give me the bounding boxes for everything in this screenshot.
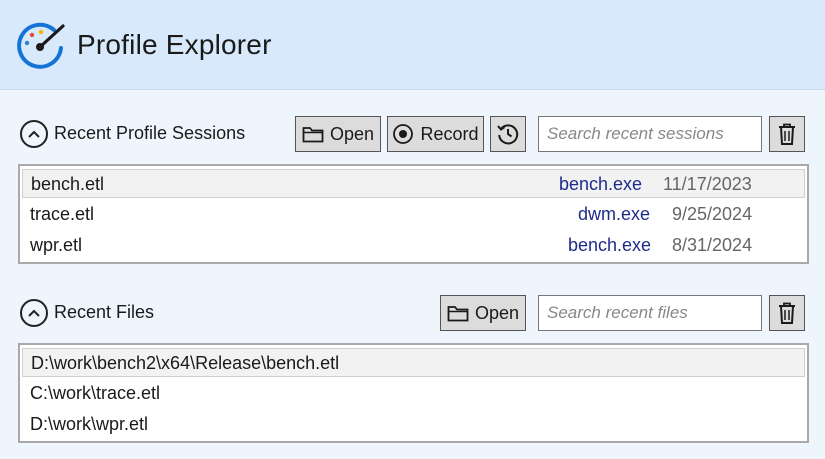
session-process: bench.exe — [559, 174, 643, 194]
session-process: dwm.exe — [578, 204, 651, 224]
files-section-label: Recent Files — [54, 302, 155, 322]
folder-icon — [447, 306, 469, 322]
session-process: bench.exe — [568, 235, 652, 255]
record-label: Record — [420, 123, 479, 144]
search-files-input[interactable]: Search recent files — [538, 295, 762, 331]
app-header: Profile Explorer — [0, 0, 825, 90]
history-icon — [497, 124, 519, 145]
clear-sessions-button[interactable] — [769, 116, 805, 152]
file-path: C:\work\trace.etl — [30, 383, 161, 403]
file-path: D:\work\wpr.etl — [30, 414, 149, 434]
chevron-up-icon — [28, 309, 40, 317]
chevron-up-icon — [28, 130, 40, 138]
session-row[interactable]: trace.etl dwm.exe 9/25/2024 — [22, 200, 805, 229]
files-list: D:\work\bench2\x64\Release\bench.etl C:\… — [18, 343, 809, 443]
open-file-button[interactable]: Open — [440, 295, 526, 331]
trash-icon — [779, 302, 795, 324]
folder-icon — [302, 127, 324, 143]
session-history-button[interactable] — [490, 116, 526, 152]
clear-files-button[interactable] — [769, 295, 805, 331]
session-date: 9/25/2024 — [672, 204, 753, 224]
session-date: 11/17/2023 — [663, 174, 752, 194]
open-session-button[interactable]: Open — [295, 116, 381, 152]
session-row[interactable]: wpr.etl bench.exe 8/31/2024 — [22, 231, 805, 260]
sessions-list: bench.etl bench.exe 11/17/2023 trace.etl… — [18, 164, 809, 264]
file-row[interactable]: D:\work\wpr.etl — [22, 410, 805, 439]
open-file-label: Open — [474, 302, 520, 323]
record-button[interactable]: Record — [387, 116, 484, 152]
search-sessions-input[interactable]: Search recent sessions — [538, 116, 762, 152]
session-name: bench.etl — [31, 174, 105, 194]
open-session-label: Open — [329, 123, 375, 144]
session-name: wpr.etl — [30, 235, 83, 255]
gauge-icon — [17, 22, 65, 69]
app-title: Profile Explorer — [77, 29, 272, 60]
session-date: 8/31/2024 — [672, 235, 753, 255]
file-row[interactable]: D:\work\bench2\x64\Release\bench.etl — [22, 348, 805, 377]
file-row[interactable]: C:\work\trace.etl — [22, 379, 805, 408]
trash-icon — [779, 123, 795, 145]
file-path: D:\work\bench2\x64\Release\bench.etl — [31, 353, 340, 373]
session-row[interactable]: bench.etl bench.exe 11/17/2023 — [22, 169, 805, 198]
files-collapse-button[interactable] — [20, 299, 48, 327]
sessions-collapse-button[interactable] — [20, 120, 48, 148]
session-name: trace.etl — [30, 204, 95, 224]
sessions-section-label: Recent Profile Sessions — [54, 123, 246, 143]
record-icon — [393, 124, 414, 144]
